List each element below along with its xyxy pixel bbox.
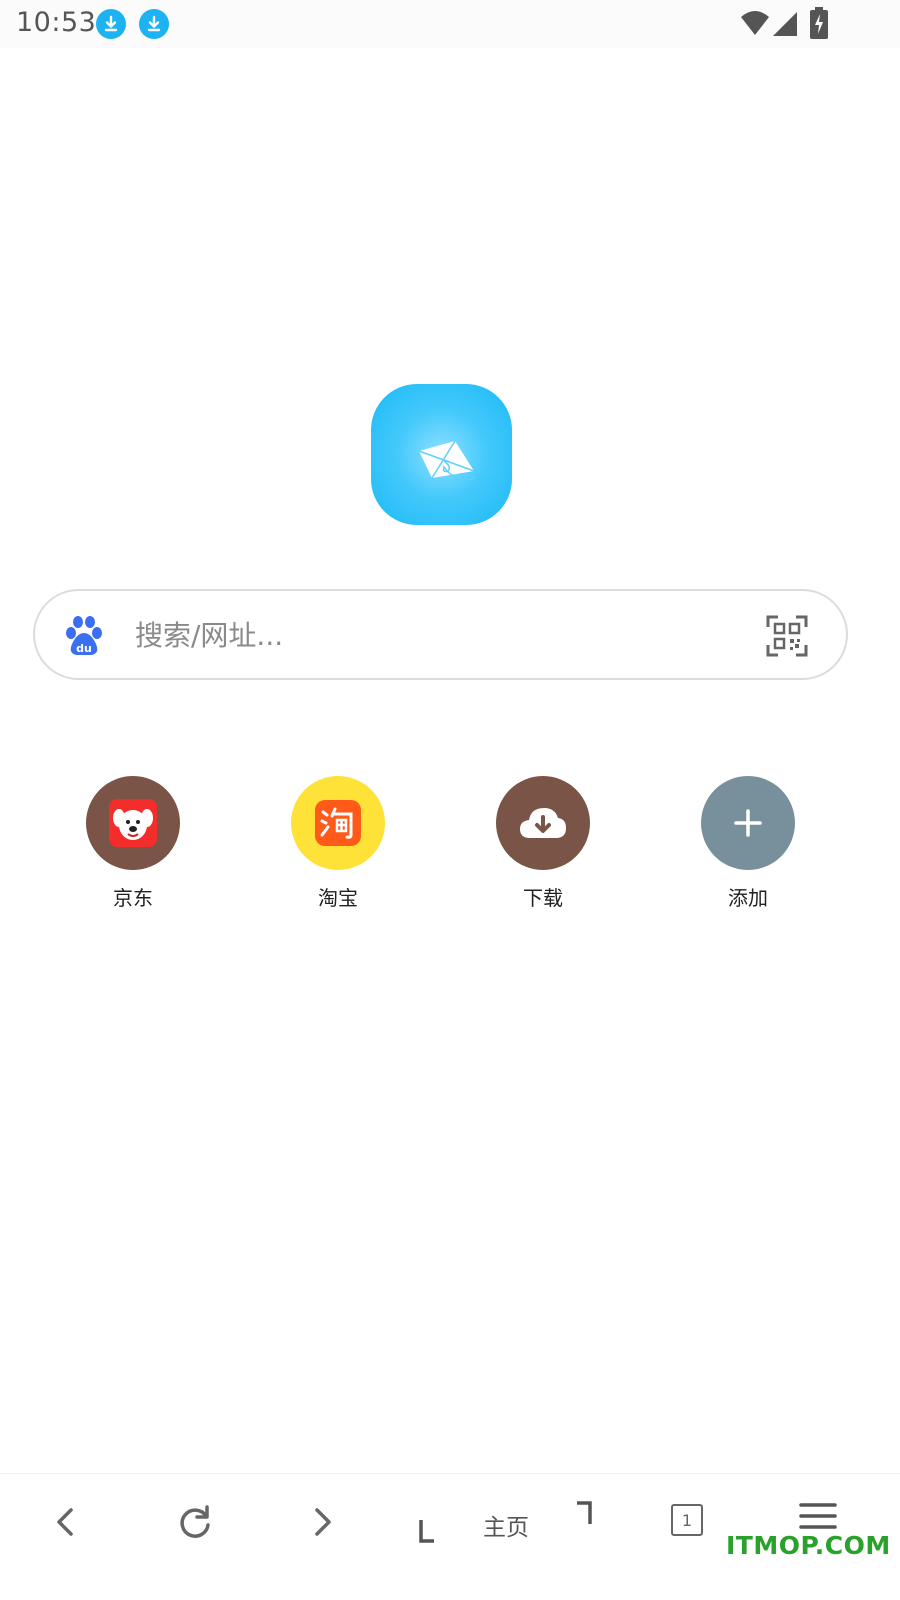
back-icon (57, 1508, 73, 1536)
home-bracket-right-icon (577, 1501, 592, 1524)
qr-scan-icon[interactable] (766, 615, 808, 657)
browser-screen: 10:53 du 搜索/网址... 京东 淘宝 下载 添加 主页 1 ITMOP… (0, 0, 900, 1600)
svg-text:du: du (76, 642, 92, 655)
tab-count: 1 (681, 1510, 693, 1530)
shortcut-add[interactable]: 添加 (678, 776, 818, 911)
forward-icon (315, 1508, 331, 1536)
status-time: 10:53 (16, 7, 97, 38)
watermark: ITMOP.COM (726, 1531, 891, 1560)
kite-logo (371, 384, 512, 525)
shortcut-label: 淘宝 (318, 886, 358, 910)
download-icon (139, 9, 169, 39)
menu-icon (799, 1503, 837, 1529)
tabs-button[interactable]: 1 (671, 1504, 703, 1536)
shortcut-label: 添加 (728, 886, 768, 910)
download-icon (96, 9, 126, 39)
shortcut-download[interactable]: 下载 (473, 776, 613, 911)
baidu-icon[interactable]: du (63, 613, 105, 657)
shortcut-label: 京东 (113, 886, 153, 910)
signal-icon (773, 12, 797, 36)
search-bar[interactable]: du (33, 589, 848, 680)
refresh-button[interactable] (170, 1494, 220, 1550)
shortcut-label: 下载 (523, 886, 563, 910)
battery-charging-icon (810, 7, 828, 39)
back-button[interactable] (40, 1494, 90, 1550)
home-bracket-left-icon (419, 1520, 434, 1543)
jd-icon (86, 776, 180, 870)
wifi-icon (741, 11, 769, 35)
menu-button[interactable] (795, 1496, 841, 1536)
taobao-icon (291, 776, 385, 870)
forward-button[interactable] (298, 1494, 348, 1550)
shortcut-taobao[interactable]: 淘宝 (268, 776, 408, 911)
search-input[interactable] (135, 611, 735, 659)
home-label: 主页 (483, 1515, 529, 1541)
plus-icon (701, 776, 795, 870)
cloud-download-icon (496, 776, 590, 870)
refresh-icon (180, 1505, 210, 1538)
shortcut-jd[interactable]: 京东 (63, 776, 203, 911)
status-bar: 10:53 (0, 0, 900, 48)
